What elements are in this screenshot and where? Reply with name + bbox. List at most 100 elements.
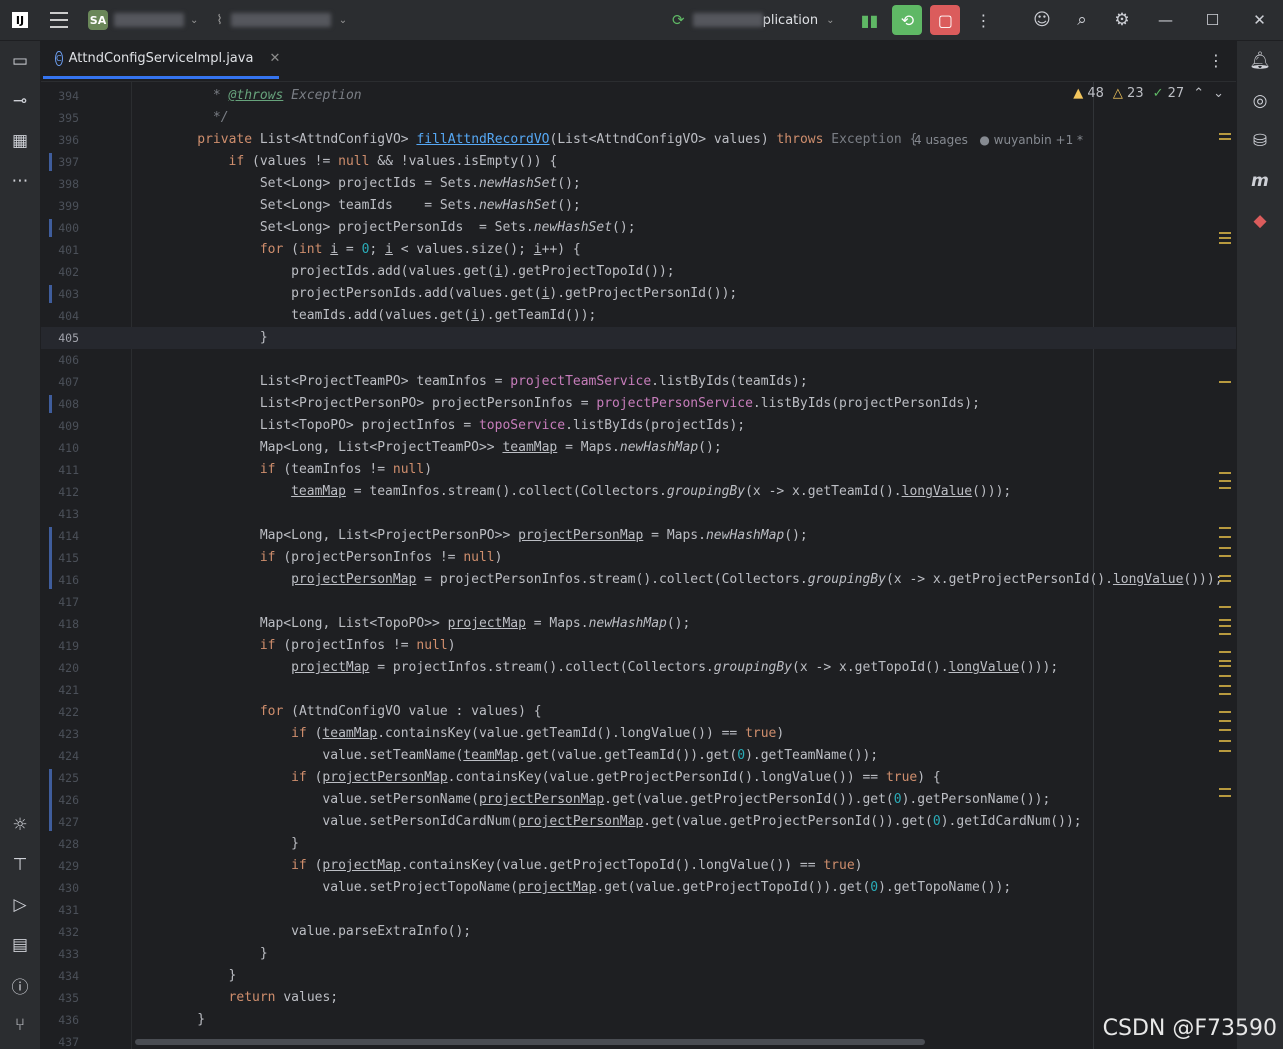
project-selector[interactable]: SA ⌄ <box>88 10 198 30</box>
error-stripe-mark[interactable] <box>1219 788 1231 790</box>
commit-icon[interactable]: ⊸ <box>0 81 40 121</box>
line-number[interactable]: 423 <box>41 723 79 745</box>
error-stripe-mark[interactable] <box>1219 740 1231 742</box>
branch-selector[interactable]: ⌇ ⌄ <box>216 13 347 28</box>
error-stripe-mark[interactable] <box>1219 547 1231 549</box>
code-line[interactable]: 411 if (teamInfos != null) <box>41 459 1236 481</box>
line-number[interactable]: 400 <box>41 217 79 239</box>
code-line[interactable]: 408 List<ProjectPersonPO> projectPersonIn… <box>41 393 1236 415</box>
code-line[interactable]: 417 <box>41 591 1236 613</box>
code-line[interactable]: 429 if (projectMap.containsKey(value.getP… <box>41 855 1236 877</box>
code-line[interactable]: 430 value.setProjectTopoName(projectMap.g… <box>41 877 1236 899</box>
code-line[interactable]: 427 value.setPersonIdCardNum(projectPerso… <box>41 811 1236 833</box>
code-line[interactable]: 431 <box>41 899 1236 921</box>
line-number[interactable]: 435 <box>41 987 79 1009</box>
line-number[interactable]: 422 <box>41 701 79 723</box>
code-line[interactable]: 420 projectMap = projectInfos.stream().co… <box>41 657 1236 679</box>
line-number[interactable]: 416 <box>41 569 79 591</box>
code-line[interactable]: 418 Map<Long, List<TopoPO>> projectMap = … <box>41 613 1236 635</box>
code-line[interactable]: 405} <box>41 327 1236 349</box>
code-line[interactable]: 415 if (projectPersonInfos != null) <box>41 547 1236 569</box>
code-line[interactable]: 397 if (values != null && !values.isEmpty… <box>41 151 1236 173</box>
error-stripe-mark[interactable] <box>1219 381 1231 383</box>
line-number[interactable]: 426 <box>41 789 79 811</box>
error-stripe-mark[interactable] <box>1219 625 1231 627</box>
code-line[interactable]: 416 projectPersonMap = projectPersonInfos… <box>41 569 1236 591</box>
line-number[interactable]: 396 <box>41 129 79 151</box>
line-number[interactable]: 420 <box>41 657 79 679</box>
services-icon[interactable]: ▷ <box>0 885 40 925</box>
code-line[interactable]: 428} <box>41 833 1236 855</box>
code-line[interactable]: 409 List<TopoPO> projectInfos = topoServi… <box>41 415 1236 437</box>
line-number[interactable]: 414 <box>41 525 79 547</box>
error-stripe-mark[interactable] <box>1219 619 1231 621</box>
close-icon[interactable]: ✕ <box>1236 0 1283 40</box>
vcs-change-marker[interactable] <box>49 395 52 413</box>
line-number[interactable]: 432 <box>41 921 79 943</box>
line-number[interactable]: 398 <box>41 173 79 195</box>
code-line[interactable]: 402 projectIds.add(values.get(i).getProje… <box>41 261 1236 283</box>
horizontal-scrollbar[interactable] <box>135 1039 925 1045</box>
maven-icon[interactable]: m <box>1237 161 1283 201</box>
line-number[interactable]: 403 <box>41 283 79 305</box>
code-line[interactable]: 414 Map<Long, List<ProjectPersonPO>> proj… <box>41 525 1236 589</box>
error-stripe-mark[interactable] <box>1219 711 1231 713</box>
error-stripe-mark[interactable] <box>1219 750 1231 752</box>
run-configuration[interactable]: ⟳ plication ⌄ ▮▮ ⟲ ▢ ⋮ <box>672 0 998 40</box>
line-number[interactable]: 395 <box>41 107 79 129</box>
tab-attndconfigserviceimpl[interactable]: C AttndConfigServiceImpl.java ✕ <box>43 41 280 79</box>
app-logo-icon[interactable]: IJ <box>12 12 28 28</box>
more-icon[interactable]: ⋮ <box>1208 51 1224 70</box>
code-line[interactable]: 426 value.setPersonName(projectPersonMap.… <box>41 789 1236 811</box>
code-line[interactable]: 407 List<ProjectTeamPO> teamInfos = proje… <box>41 371 1236 393</box>
code-line[interactable]: 395 */ <box>41 107 1236 129</box>
code-line[interactable]: 421 <box>41 679 1236 701</box>
line-number[interactable]: 407 <box>41 371 79 393</box>
line-number[interactable]: 411 <box>41 459 79 481</box>
search-icon[interactable]: ⌕ <box>1062 0 1102 40</box>
line-number[interactable]: 406 <box>41 349 79 371</box>
error-stripe-mark[interactable] <box>1219 472 1231 474</box>
line-number[interactable]: 427 <box>41 811 79 833</box>
error-stripe-mark[interactable] <box>1219 580 1231 582</box>
usages-hint[interactable]: 4 usages <box>914 133 968 147</box>
add-user-icon[interactable]: ☺ <box>1022 0 1062 40</box>
line-number[interactable]: 436 <box>41 1009 79 1031</box>
author-hint[interactable]: wuyanbin +1 * <box>994 133 1083 147</box>
line-number[interactable]: 410 <box>41 437 79 459</box>
line-number[interactable]: 431 <box>41 899 79 921</box>
line-number[interactable]: 404 <box>41 305 79 327</box>
line-number[interactable]: 418 <box>41 613 79 635</box>
error-stripe-mark[interactable] <box>1219 693 1231 695</box>
code-line[interactable]: 419 if (projectInfos != null) <box>41 635 1236 657</box>
line-number[interactable]: 434 <box>41 965 79 987</box>
line-number[interactable]: 428 <box>41 833 79 855</box>
code-line[interactable]: 425 if (projectPersonMap.containsKey(valu… <box>41 767 1236 831</box>
error-stripe-mark[interactable] <box>1219 536 1231 538</box>
code-line[interactable]: 435 return values; <box>41 987 1236 1009</box>
code-line[interactable]: 410 Map<Long, List<ProjectTeamPO>> teamMa… <box>41 437 1236 459</box>
line-number[interactable]: 412 <box>41 481 79 503</box>
error-stripe-mark[interactable] <box>1219 575 1231 577</box>
line-number[interactable]: 417 <box>41 591 79 613</box>
problems-icon[interactable]: ⓘ <box>0 965 40 1005</box>
error-stripe-mark[interactable] <box>1219 675 1231 677</box>
error-stripe-mark[interactable] <box>1219 633 1231 635</box>
line-number[interactable]: 401 <box>41 239 79 261</box>
project-folder-icon[interactable]: ▭ <box>0 41 40 81</box>
error-stripe-mark[interactable] <box>1219 651 1231 653</box>
build-icon[interactable]: ⊤ <box>0 845 40 885</box>
error-stripe-mark[interactable] <box>1219 138 1231 140</box>
code-line[interactable]: 394 * @throws Exception <box>41 85 1236 107</box>
error-stripe-mark[interactable] <box>1219 480 1231 482</box>
error-stripe-mark[interactable] <box>1219 720 1231 722</box>
code-line[interactable]: 433} <box>41 943 1236 965</box>
code-vision-hint[interactable]: 4 usages ● wuyanbin +1 * <box>914 129 1083 151</box>
line-number[interactable]: 430 <box>41 877 79 899</box>
error-stripe-mark[interactable] <box>1219 232 1231 234</box>
vcs-change-marker[interactable] <box>49 219 52 237</box>
line-number[interactable]: 413 <box>41 503 79 525</box>
run-icon[interactable]: ▮▮ <box>854 5 884 35</box>
code-line[interactable]: 406 <box>41 349 1236 371</box>
code-line[interactable]: 403 projectPersonIds.add(values.get(i).ge… <box>41 283 1236 305</box>
